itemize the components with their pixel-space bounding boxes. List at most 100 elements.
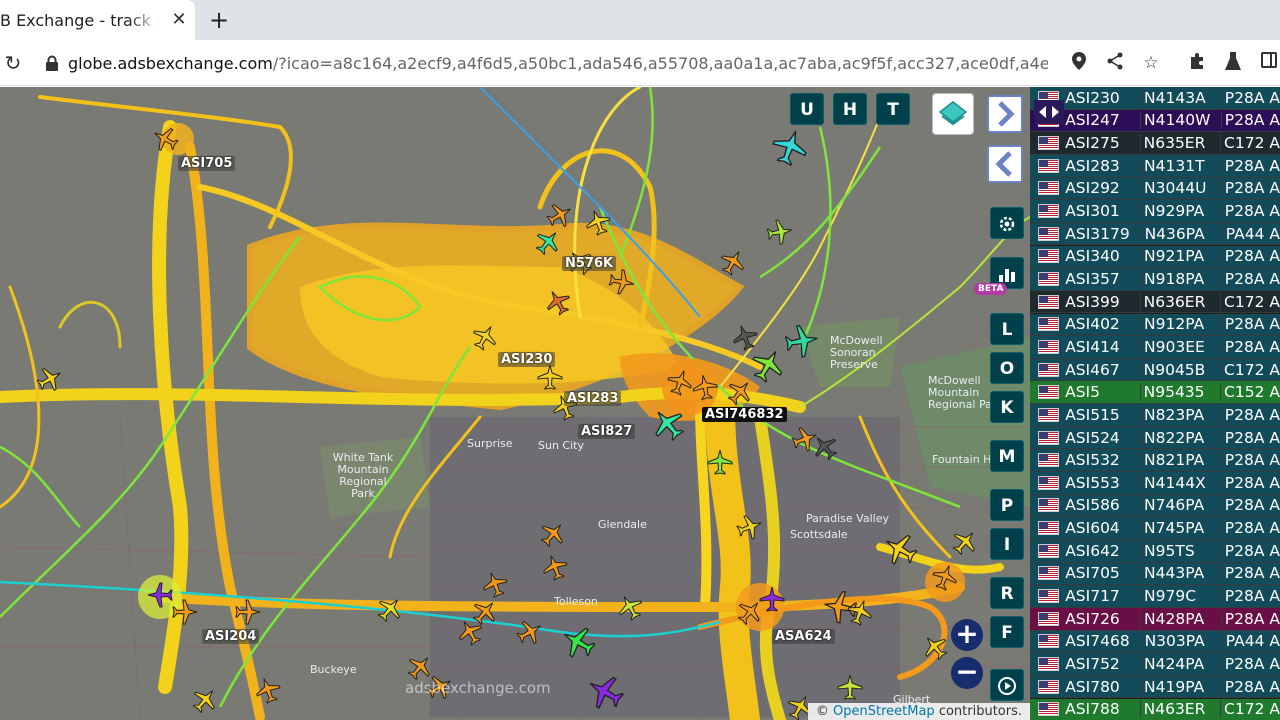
table-row[interactable]: ASI788 N463ER C172 A [1030, 698, 1280, 720]
button-u[interactable]: U [790, 93, 824, 125]
lock-icon[interactable] [36, 46, 68, 80]
type-cell: P28A A [1220, 451, 1280, 470]
table-row[interactable]: ASI5 N95435 C152 A [1030, 381, 1280, 405]
registration-cell: N4131T [1140, 156, 1221, 175]
type-cell: P28A A [1220, 179, 1280, 198]
extensions-icon[interactable] [1186, 52, 1208, 74]
address-bar[interactable]: globe.adsbexchange.com/?icao=a8c164,a2ec… [36, 46, 1104, 80]
callsign-cell: ASI402 [1065, 315, 1120, 334]
table-row[interactable]: ASI402 N912PA P28A A [1030, 313, 1280, 337]
registration-cell: N746PA [1140, 496, 1221, 515]
type-cell: P28A A [1220, 247, 1280, 266]
map-canvas[interactable] [0, 87, 1030, 720]
table-row[interactable]: ASI275 N635ER C172 A [1030, 132, 1280, 155]
registration-cell: N95TS [1140, 541, 1221, 560]
table-row[interactable]: ASI301 N929PA P28A A [1030, 200, 1280, 223]
table-row[interactable]: ASI553 N4144X P28A A [1030, 472, 1280, 495]
table-row[interactable]: ASI283 N4131T P28A A [1030, 154, 1280, 178]
callsign-cell: ASI5 [1065, 383, 1100, 402]
registration-cell: N921PA [1140, 247, 1221, 266]
aircraft-label[interactable]: ASI230 [498, 352, 556, 367]
table-row[interactable]: ASI586 N746PA P28A A [1030, 494, 1280, 518]
aircraft-label[interactable]: ASA624 [772, 629, 835, 644]
copyright-symbol: © [815, 704, 829, 719]
chevron-left-icon [995, 151, 1012, 177]
button-m[interactable]: M [990, 440, 1024, 472]
type-cell: P28A A [1220, 111, 1280, 130]
expand-button[interactable] [987, 95, 1023, 133]
osm-link[interactable]: OpenStreetMap [833, 704, 935, 719]
aircraft-label[interactable]: ASI705 [178, 156, 236, 171]
url-text[interactable]: globe.adsbexchange.com/?icao=a8c164,a2ec… [68, 54, 1048, 73]
reload-icon[interactable]: ↻ [0, 49, 26, 77]
aircraft-label[interactable]: ASI746832 [702, 407, 787, 422]
callsign-cell: ASI292 [1065, 179, 1120, 198]
replay-button[interactable] [990, 669, 1024, 701]
table-row[interactable]: ASI340 N921PA P28A A [1030, 245, 1280, 269]
table-row[interactable]: ASI752 N424PA P28A A [1030, 653, 1280, 676]
aircraft-label[interactable]: ASI283 [564, 391, 622, 406]
table-row[interactable]: ASI705 N443PA P28A A [1030, 562, 1280, 586]
table-row[interactable]: ASI292 N3044U P28A A [1030, 177, 1280, 201]
flight-map[interactable]: Surprise Sun City White Tank Mountain Re… [0, 87, 1030, 720]
table-row[interactable]: ASI524 N822PA P28A A [1030, 426, 1280, 450]
aircraft-label[interactable]: N576K [562, 256, 617, 271]
table-row[interactable]: ASI7468 N303PA PA44 A [1030, 630, 1280, 654]
type-cell: P28A A [1220, 564, 1280, 583]
location-icon[interactable] [1068, 52, 1090, 74]
button-t[interactable]: T [876, 93, 910, 125]
aircraft-label[interactable]: ASI204 [202, 629, 260, 644]
table-row[interactable]: ASI780 N419PA P28A A [1030, 675, 1280, 699]
table-row[interactable]: ASI642 N95TS P28A A [1030, 540, 1280, 563]
button-k[interactable]: K [990, 391, 1024, 423]
table-row[interactable]: ASI532 N821PA P28A A [1030, 449, 1280, 472]
zoom-out-button[interactable]: − [951, 657, 983, 689]
star-icon[interactable]: ☆ [1140, 52, 1162, 74]
resize-handle-icon[interactable] [1034, 100, 1064, 124]
table-row[interactable]: ASI399 N636ER C172 A [1030, 290, 1280, 314]
table-row[interactable]: ASI414 N903EE P28A A [1030, 336, 1280, 359]
layers-button[interactable] [932, 93, 974, 135]
callsign-cell: ASI705 [1065, 564, 1120, 583]
type-cell: P28A A [1220, 609, 1280, 628]
table-row[interactable]: ASI247 N4140W P28A A [1030, 109, 1280, 133]
type-cell: PA44 A [1221, 224, 1280, 243]
table-row[interactable]: ASI515 N823PA P28A A [1030, 404, 1280, 427]
table-row[interactable]: ASI717 N979C P28A A [1030, 585, 1280, 608]
table-row[interactable]: ASI3179 N436PA PA44 A [1030, 222, 1280, 246]
settings-button[interactable] [990, 207, 1024, 239]
new-tab-icon[interactable]: + [205, 6, 233, 34]
close-tab-icon[interactable]: ✕ [168, 9, 190, 31]
zoom-in-button[interactable]: + [951, 619, 983, 651]
sidebar-icon[interactable] [1258, 52, 1280, 74]
us-flag-icon [1038, 158, 1060, 173]
us-flag-icon [1038, 204, 1060, 219]
table-row[interactable]: ASI467 N9045B C172 A [1030, 358, 1280, 382]
collapse-button[interactable] [987, 145, 1023, 183]
button-o[interactable]: O [990, 352, 1024, 384]
button-l[interactable]: L [990, 313, 1024, 345]
place-label: Buckeye [310, 663, 357, 676]
labs-icon[interactable] [1222, 52, 1244, 74]
us-flag-icon [1038, 181, 1060, 196]
type-cell: C172 A [1220, 360, 1280, 379]
button-h[interactable]: H [833, 93, 867, 125]
registration-cell: N821PA [1140, 451, 1221, 470]
us-flag-icon [1038, 543, 1060, 558]
button-i[interactable]: I [990, 528, 1024, 560]
aircraft-table[interactable]: ASI230 N4143A P28A A ASI247 N4140W P28A A ASI2… [1030, 87, 1280, 720]
table-row[interactable]: ASI604 N745PA P28A A [1030, 517, 1280, 540]
table-row[interactable]: ASI357 N918PA P28A A [1030, 268, 1280, 291]
button-p[interactable]: P [990, 489, 1024, 521]
aircraft-label[interactable]: ASI827 [578, 424, 636, 439]
table-row[interactable]: ASI726 N428PA P28A A [1030, 607, 1280, 631]
registration-cell: N3044U [1140, 179, 1221, 198]
share-icon[interactable] [1104, 52, 1126, 74]
button-r[interactable]: R [990, 577, 1024, 609]
place-label: McDowell Sonoran Preserve [830, 334, 883, 371]
table-row[interactable]: ASI230 N4143A P28A A [1030, 87, 1280, 110]
button-f[interactable]: F [990, 616, 1024, 648]
browser-tab[interactable]: B Exchange - track a ✕ [0, 0, 195, 40]
us-flag-icon [1038, 498, 1060, 513]
callsign-cell: ASI7468 [1065, 632, 1130, 651]
